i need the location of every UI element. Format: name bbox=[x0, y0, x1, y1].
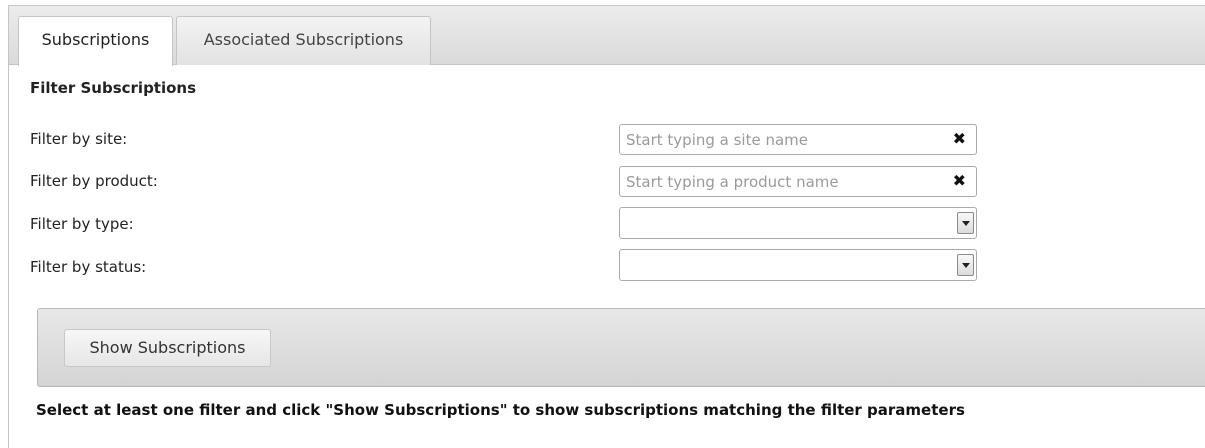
dropdown-arrow-icon[interactable] bbox=[957, 254, 974, 276]
close-icon[interactable]: ✖ bbox=[953, 171, 966, 191]
tab-subscriptions[interactable]: Subscriptions bbox=[18, 16, 173, 66]
filter-product-field: ✖ bbox=[619, 166, 977, 197]
filter-site-input[interactable] bbox=[620, 125, 946, 154]
tab-bar: Subscriptions Associated Subscriptions bbox=[9, 6, 1205, 66]
dropdown-arrow-icon[interactable] bbox=[957, 212, 974, 234]
filter-hint-text: Select at least one filter and click "Sh… bbox=[36, 401, 965, 419]
filter-type-label: Filter by type: bbox=[30, 215, 134, 233]
action-bar: Show Subscriptions bbox=[37, 308, 1205, 387]
filter-status-select[interactable] bbox=[619, 249, 977, 281]
show-subscriptions-button[interactable]: Show Subscriptions bbox=[64, 329, 271, 367]
filter-product-input[interactable] bbox=[620, 167, 946, 196]
filter-product-label: Filter by product: bbox=[30, 172, 158, 190]
filter-status-label: Filter by status: bbox=[30, 258, 147, 276]
filter-type-select[interactable] bbox=[619, 207, 977, 239]
close-icon[interactable]: ✖ bbox=[953, 129, 966, 149]
filter-section-title: Filter Subscriptions bbox=[30, 79, 197, 97]
subscriptions-panel: Subscriptions Associated Subscriptions F… bbox=[8, 5, 1205, 448]
filter-site-field: ✖ bbox=[619, 124, 977, 155]
filter-site-label: Filter by site: bbox=[30, 130, 128, 148]
tab-associated-subscriptions[interactable]: Associated Subscriptions bbox=[176, 16, 431, 65]
